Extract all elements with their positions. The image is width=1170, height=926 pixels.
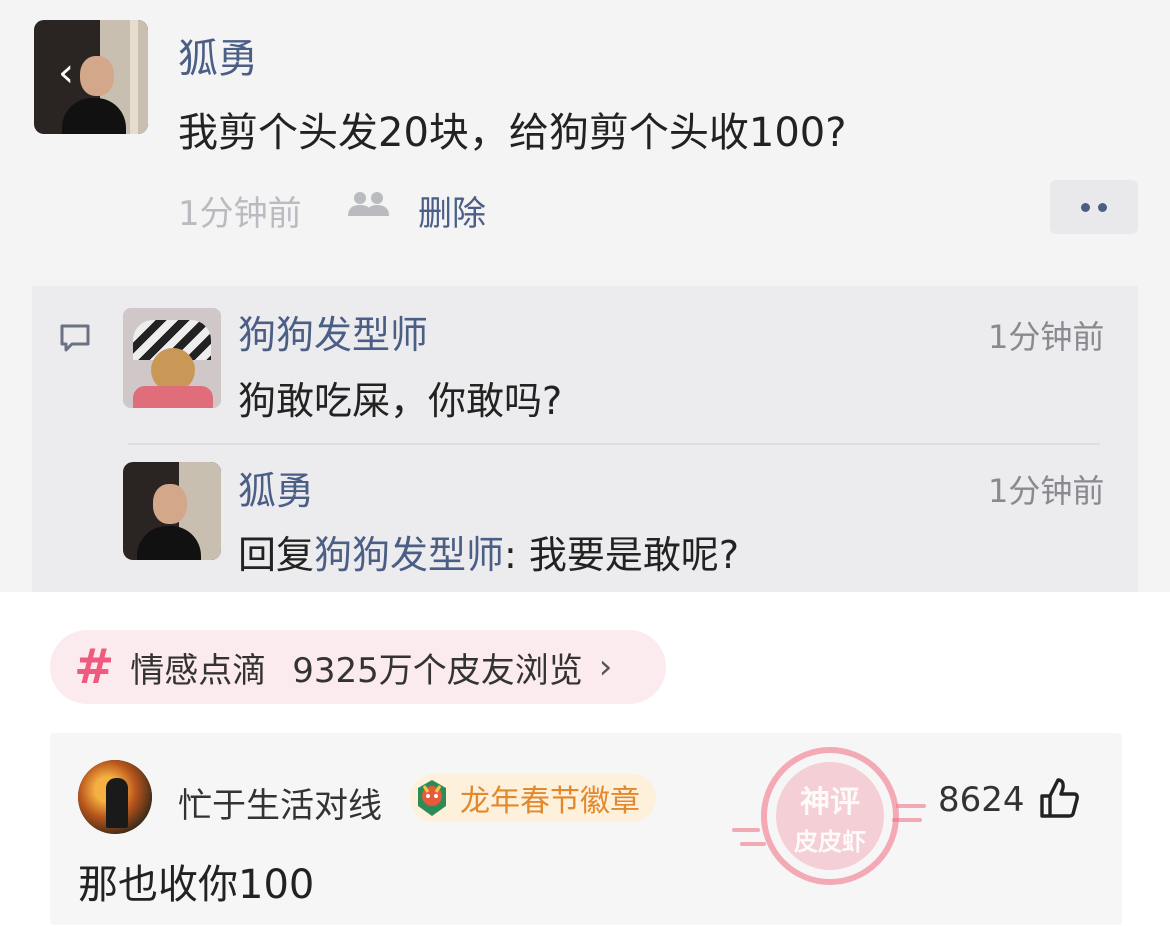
hot-comment-user[interactable]: 忙于生活对线 [178,778,382,827]
comment-time: 1分钟前 [988,318,1105,356]
post-text: 我剪个头发20块，给狗剪个头收100? [178,110,847,156]
chevron-right-icon: › [598,647,613,687]
badge[interactable]: 龙年春节徽章 [410,774,656,822]
like-count: 8624 [938,780,1025,820]
more-button[interactable] [1050,180,1138,234]
people-icon[interactable] [345,190,391,220]
replier-name[interactable]: 狐勇 [238,460,314,515]
delete-link[interactable]: 删除 [418,186,486,235]
commenter-name[interactable]: 狗狗发型师 [238,304,428,359]
thumbs-up-icon[interactable] [1038,776,1080,820]
topic-views: 9325万个皮友浏览 [292,650,583,691]
post-time: 1分钟前 [178,194,302,234]
hot-comment-avatar[interactable] [78,760,152,834]
back-arrow-icon[interactable]: ‹ [58,50,74,96]
reply-prefix: 回复 [238,533,315,577]
watermark-line1: 神评 [800,785,860,820]
comment-bubble-icon[interactable] [58,322,92,354]
replier-avatar[interactable] [123,462,221,560]
hashtag-icon: # [74,639,115,695]
topic-pill[interactable]: # 情感点滴 9325万个皮友浏览 › [50,630,666,704]
post-screenshot: ‹ 狐勇 我剪个头发20块，给狗剪个头收100? 1分钟前 删除 狗狗发型师 1… [0,0,1170,592]
reply-time: 1分钟前 [988,472,1105,510]
commenter-avatar[interactable] [123,308,221,408]
reply-to-link[interactable]: 狗狗发型师 [314,533,504,577]
shenping-watermark-stamp: 神评 皮皮虾 [732,747,926,885]
badge-label: 龙年春节徽章 [460,784,640,819]
divider [128,443,1100,445]
dragon-badge-icon [418,780,446,816]
reply-text: 回复狗狗发型师: 我要是敢呢? [238,524,739,579]
watermark-line2: 皮皮虾 [794,828,866,856]
more-dots-icon [1081,202,1090,212]
comment-text: 狗敢吃屎，你敢吗? [238,379,563,423]
post-author-name[interactable]: 狐勇 [178,26,258,84]
author-avatar[interactable]: ‹ [34,20,148,134]
topic-name: 情感点滴 [130,650,267,691]
hot-comment-text: 那也收你100 [78,862,315,908]
reply-body: : 我要是敢呢? [504,533,740,577]
